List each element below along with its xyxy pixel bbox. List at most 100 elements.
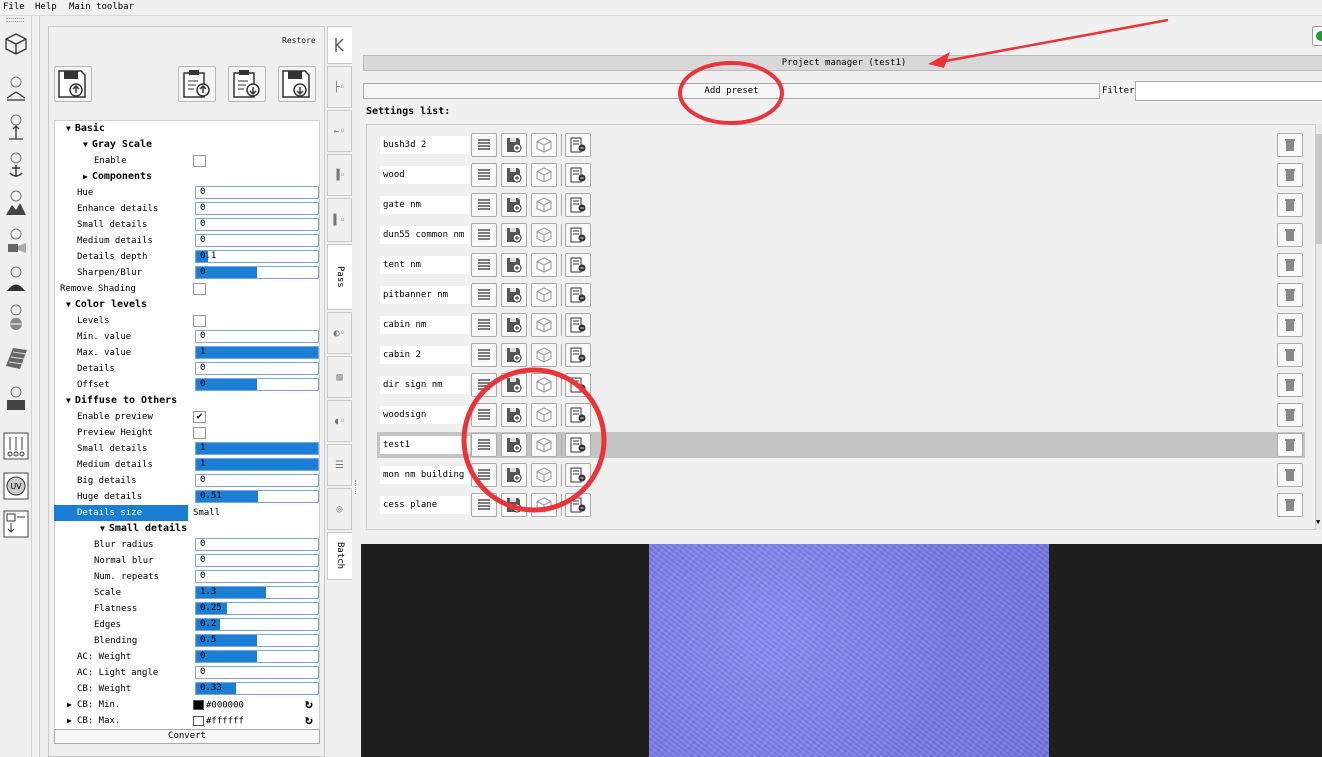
trash-icon[interactable] xyxy=(1277,163,1303,187)
section-header[interactable]: ▼ Diffuse to Others xyxy=(66,395,177,406)
preset-name-field[interactable]: cess plane xyxy=(380,496,470,514)
setting-value-slider[interactable]: 0 xyxy=(195,650,319,663)
setting-checkbox[interactable] xyxy=(193,283,206,295)
collapse-icon[interactable]: ▼ xyxy=(66,124,71,133)
load-settings-icon[interactable] xyxy=(565,163,591,187)
tab-spec-icon[interactable]: ▐◦ xyxy=(327,154,352,196)
setting-value-slider[interactable]: 0 xyxy=(195,234,319,247)
trash-icon[interactable] xyxy=(1277,193,1303,217)
trash-icon[interactable] xyxy=(1277,133,1303,157)
load-settings-icon[interactable] xyxy=(565,403,591,427)
setting-value-slider[interactable]: 0.1 xyxy=(195,250,319,263)
collapse-icon[interactable]: ▼ xyxy=(100,524,105,533)
cube-preview-icon[interactable] xyxy=(531,343,557,367)
setting-checkbox[interactable]: ✔ xyxy=(193,411,206,423)
color-picker[interactable]: #000000 xyxy=(193,700,244,711)
splitter-handle[interactable] xyxy=(355,480,357,494)
setting-value-slider[interactable]: 1 xyxy=(195,458,319,471)
load-settings-icon[interactable] xyxy=(565,313,591,337)
normal-arrow-icon[interactable] xyxy=(3,114,29,142)
setting-value-slider[interactable]: 1.3 xyxy=(195,586,319,599)
preset-row[interactable]: mon nm building 1 xyxy=(377,462,1305,488)
preset-row[interactable]: tent nm xyxy=(377,252,1305,278)
load-settings-icon[interactable] xyxy=(565,433,591,457)
text-align-icon[interactable] xyxy=(471,493,497,517)
text-align-icon[interactable] xyxy=(471,193,497,217)
color-swatch[interactable] xyxy=(193,700,204,710)
cube-preview-icon[interactable] xyxy=(531,463,557,487)
preset-row[interactable]: dir sign nm xyxy=(377,372,1305,398)
trash-icon[interactable] xyxy=(1277,283,1303,307)
setting-dropdown-value[interactable]: Small xyxy=(193,508,220,518)
preset-row[interactable]: cabin nm xyxy=(377,312,1305,338)
section-header[interactable]: ▼ Small details xyxy=(100,523,187,534)
preset-row[interactable]: bush3d 2 xyxy=(377,132,1305,158)
text-align-icon[interactable] xyxy=(471,373,497,397)
filter-input[interactable] xyxy=(1135,81,1322,101)
setting-checkbox[interactable] xyxy=(193,427,206,439)
load-settings-icon[interactable] xyxy=(565,493,591,517)
metallic-sphere-icon[interactable] xyxy=(3,304,29,332)
save-settings-icon[interactable] xyxy=(501,283,527,307)
anchor-icon[interactable] xyxy=(3,152,29,180)
tab-material-icon[interactable]: ▨ xyxy=(327,356,352,398)
expand-icon[interactable]: ▶ xyxy=(67,700,72,709)
tab-pass[interactable]: Pass xyxy=(327,244,352,310)
setting-value-slider[interactable]: 0 xyxy=(195,554,319,567)
setting-value-slider[interactable]: 0 xyxy=(195,570,319,583)
tab-settings-icon[interactable]: ◎ xyxy=(327,488,352,530)
load-settings-icon[interactable] xyxy=(565,463,591,487)
status-indicator-icon[interactable] xyxy=(1312,26,1322,46)
tab-light-icon[interactable]: ◖◦ xyxy=(327,400,352,442)
preset-name-field[interactable]: dir sign nm xyxy=(380,376,470,394)
setting-value-slider[interactable]: 1 xyxy=(195,442,319,455)
save-settings-icon[interactable] xyxy=(501,193,527,217)
tab-normal-icon[interactable]: ←◦ xyxy=(327,110,352,152)
trash-icon[interactable] xyxy=(1277,253,1303,277)
setting-value-slider[interactable]: 0 xyxy=(195,186,319,199)
load-settings-icon[interactable] xyxy=(565,253,591,277)
height-to-normal-icon[interactable] xyxy=(3,76,29,104)
tab-occlusion-icon[interactable]: ▌◦ xyxy=(327,198,352,242)
save-settings-icon[interactable] xyxy=(501,313,527,337)
preset-name-field[interactable]: tent nm xyxy=(380,256,470,274)
tab-sphere-icon[interactable]: ◐◦ xyxy=(327,312,352,354)
text-align-icon[interactable] xyxy=(471,163,497,187)
collapse-icon[interactable]: ▼ xyxy=(66,300,71,309)
setting-checkbox[interactable] xyxy=(193,315,206,327)
trash-icon[interactable] xyxy=(1277,403,1303,427)
load-settings-icon[interactable] xyxy=(565,133,591,157)
toolbar-grip[interactable] xyxy=(6,18,24,22)
section-header[interactable]: ▼ Basic xyxy=(66,123,105,134)
trash-icon[interactable] xyxy=(1277,343,1303,367)
roughness-icon[interactable] xyxy=(3,266,29,294)
cube-preview-icon[interactable] xyxy=(531,223,557,247)
preset-name-field[interactable]: gate nm xyxy=(380,196,470,214)
text-align-icon[interactable] xyxy=(471,463,497,487)
save-settings-icon[interactable] xyxy=(501,463,527,487)
load-settings-icon[interactable] xyxy=(565,343,591,367)
tab-list-icon[interactable]: ☰ xyxy=(327,444,352,486)
preset-list-scrollbar[interactable] xyxy=(1316,124,1322,530)
preset-row[interactable]: gate nm xyxy=(377,192,1305,218)
preset-name-field[interactable]: cabin 2 xyxy=(380,346,470,364)
material-icon[interactable] xyxy=(3,344,29,372)
preset-row[interactable]: wood xyxy=(377,162,1305,188)
reset-icon[interactable]: ↻ xyxy=(305,697,313,712)
restore-button[interactable]: Restore xyxy=(282,36,316,45)
trash-icon[interactable] xyxy=(1277,223,1303,247)
light-icon[interactable] xyxy=(3,228,29,256)
preset-name-field[interactable]: pitbanner nm xyxy=(380,286,470,304)
menu-main-toolbar[interactable]: Main toolbar xyxy=(69,2,134,12)
save-settings-icon[interactable] xyxy=(501,253,527,277)
text-align-icon[interactable] xyxy=(471,133,497,157)
trash-icon[interactable] xyxy=(1277,373,1303,397)
section-header[interactable]: ▶ Components xyxy=(83,171,152,182)
setting-value-slider[interactable]: 1 xyxy=(195,346,319,359)
cube-preview-icon[interactable] xyxy=(531,493,557,517)
cube-preview-icon[interactable] xyxy=(531,253,557,277)
save-settings-icon[interactable] xyxy=(501,223,527,247)
cube-preview-icon[interactable] xyxy=(531,193,557,217)
save-settings-icon[interactable] xyxy=(501,343,527,367)
preset-row[interactable]: woodsign xyxy=(377,402,1305,428)
